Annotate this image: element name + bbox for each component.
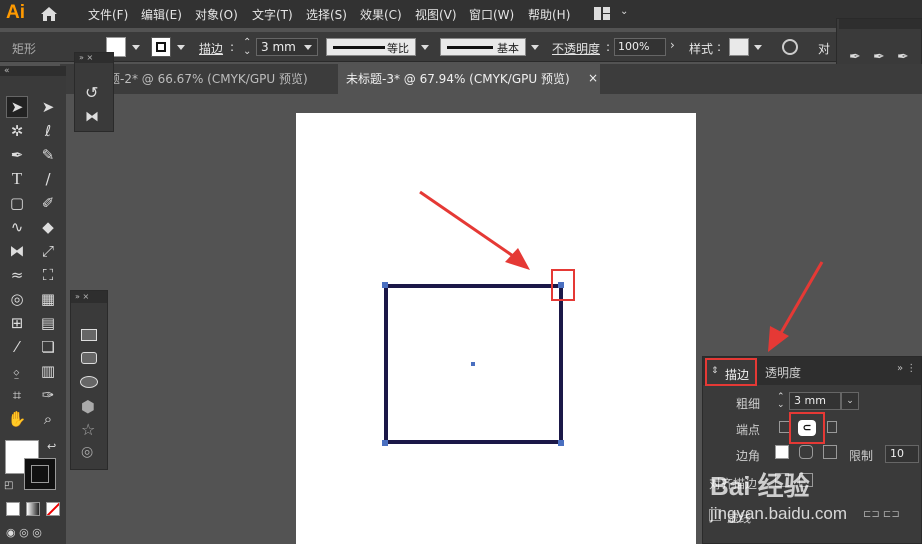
projecting-cap-icon[interactable]	[827, 421, 837, 433]
stepper-icon[interactable]: ⌃ ⌄	[777, 393, 785, 410]
stepper-icon: ⇕	[711, 366, 719, 376]
limit-label: 限制	[849, 449, 874, 463]
tab-stroke[interactable]: ⇕ 描边	[705, 358, 757, 386]
arrow-to-stroke-tab	[776, 261, 824, 339]
chevron-down-icon[interactable]: ⌄	[841, 392, 859, 410]
watermark-logo: Bai 经验	[710, 471, 810, 501]
highlight-box-cap: ⊂	[789, 412, 825, 444]
weight-input[interactable]: 3 mm	[789, 392, 841, 410]
arrow-to-corner	[419, 190, 517, 260]
bevel-join-icon[interactable]	[823, 445, 837, 459]
miter-join-icon[interactable]	[775, 445, 789, 459]
limit-input[interactable]: 10	[885, 445, 919, 463]
arrowhead-icon	[768, 326, 789, 352]
tab-transparency[interactable]: 透明度	[765, 364, 801, 381]
weight-label: 粗细	[736, 397, 761, 411]
panel-menu-icon[interactable]: » ⋮	[897, 363, 916, 374]
cap-label: 端点	[736, 423, 761, 437]
watermark-url: jingyan.baidu.com	[710, 504, 848, 523]
tab-stroke-label: 描边	[725, 368, 750, 382]
round-cap-icon[interactable]: ⊂	[798, 420, 816, 436]
dash-align-icon[interactable]: ⊏⊐ ⊏⊐	[863, 509, 900, 520]
round-join-icon[interactable]	[799, 445, 813, 459]
corner-label: 边角	[736, 449, 761, 463]
